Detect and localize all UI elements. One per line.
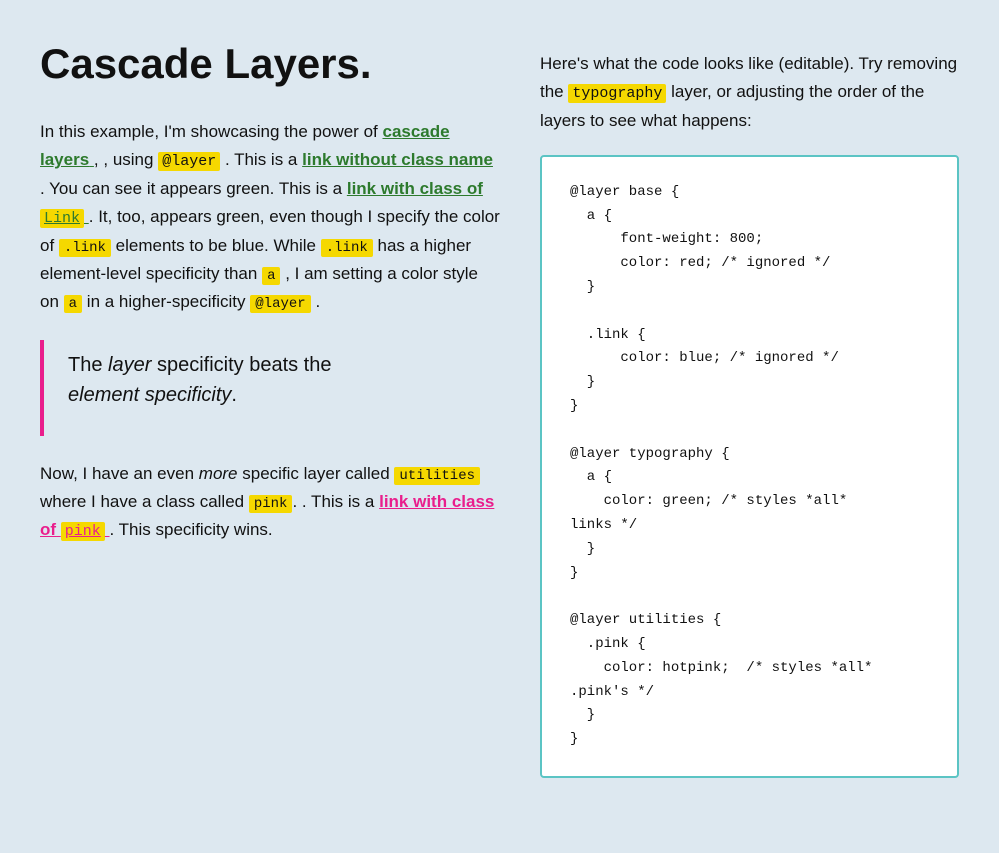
a-code-2: a [64,295,82,313]
intro-text-4: . You can see it appears green. This is … [40,179,342,198]
intro-text-2: , [94,150,99,169]
intro-text-9: in a higher-specificity [87,292,246,311]
code-block[interactable]: @layer base { a { font-weight: 800; colo… [570,181,929,752]
intro-paragraph: In this example, I'm showcasing the powe… [40,118,500,316]
blockquote: The layer specificity beats the element … [40,340,500,436]
second-paragraph: Now, I have an even more specific layer … [40,460,500,545]
link-code-inline: Link [40,209,84,228]
intro-text-using: , using [103,150,153,169]
more-em: more [199,464,238,483]
main-layout: Cascade Layers. In this example, I'm sho… [40,40,959,778]
page-title: Cascade Layers. [40,40,500,88]
intro-text-3: . This is a [225,150,297,169]
right-column: Here's what the code looks like (editabl… [540,40,959,778]
link-no-class[interactable]: link without class name [302,150,493,169]
utilities-code: utilities [394,467,480,485]
code-editor: @layer base { a { font-weight: 800; colo… [540,155,959,778]
at-layer-code-2: @layer [250,295,310,313]
right-description: Here's what the code looks like (editabl… [540,50,959,135]
a-code-1: a [262,267,280,285]
pink-code: pink [249,495,293,513]
intro-text-1: In this example, I'm showcasing the powe… [40,122,378,141]
intro-text-6: elements to be blue. While [116,236,316,255]
typography-highlight: typography [568,84,666,103]
pink-highlight: pink [61,522,105,541]
left-column: Cascade Layers. In this example, I'm sho… [40,40,500,561]
link-code-2: .link [59,239,111,257]
intro-text-10: . [315,292,320,311]
blockquote-em-2: element specificity [68,384,231,406]
at-layer-code-1: @layer [158,152,220,171]
link-code-3: .link [321,239,373,257]
blockquote-em-1: layer [108,354,151,376]
blockquote-text: The layer specificity beats the element … [68,350,500,410]
